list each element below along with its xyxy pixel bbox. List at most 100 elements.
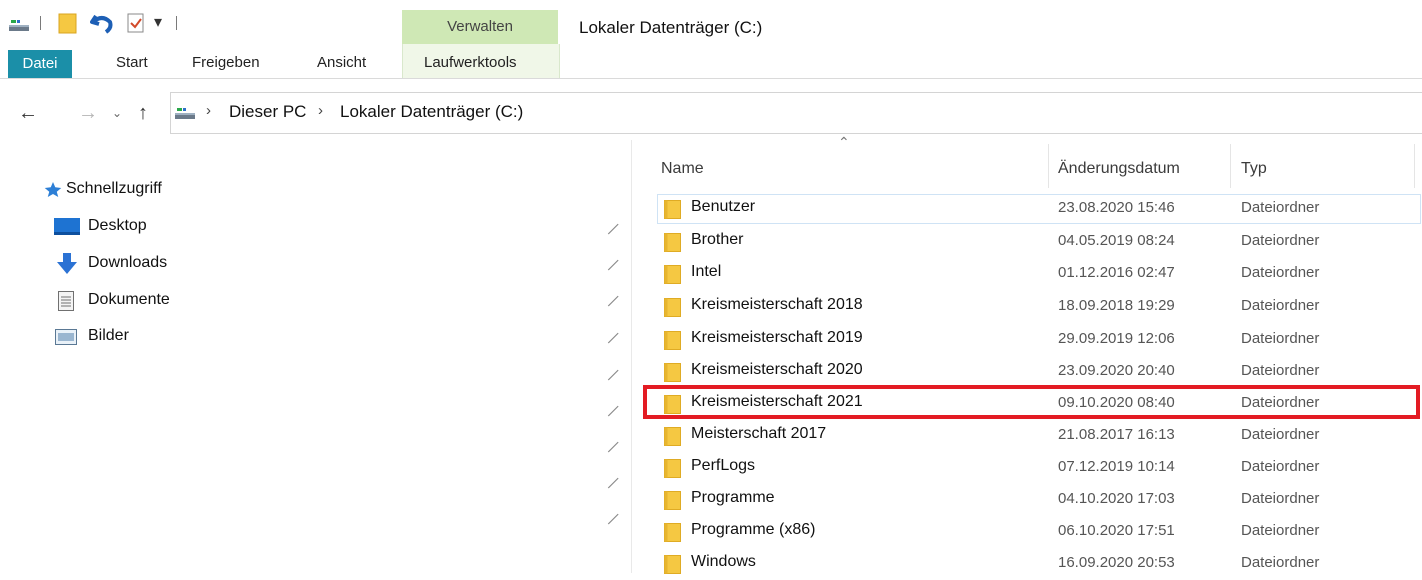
pane-divider[interactable] <box>631 140 632 573</box>
file-date: 23.08.2020 15:46 <box>1058 199 1175 216</box>
pin-icon[interactable]: ❘ <box>604 400 624 420</box>
properties-check-icon[interactable] <box>126 12 146 34</box>
file-row[interactable]: Programme 04.10.2020 17:03 Dateiordner <box>656 484 1422 516</box>
tab-datei[interactable]: Datei <box>8 50 72 78</box>
folder-icon <box>664 459 681 478</box>
file-row[interactable]: Brother 04.05.2019 08:24 Dateiordner <box>656 226 1422 258</box>
document-icon <box>58 291 74 311</box>
forward-arrow-icon[interactable]: → <box>78 102 98 126</box>
file-date: 21.08.2017 16:13 <box>1058 426 1175 443</box>
window-title: Lokaler Datenträger (C:) <box>579 18 763 37</box>
breadcrumb-local-disk[interactable]: Lokaler Datenträger (C:) <box>340 102 523 122</box>
column-header-type[interactable]: Typ <box>1241 160 1267 178</box>
folder-icon <box>664 265 681 284</box>
ribbon-divider <box>0 78 1422 79</box>
file-name: Kreismeisterschaft 2020 <box>691 361 863 378</box>
file-type: Dateiordner <box>1241 490 1320 507</box>
file-date: 18.09.2018 19:29 <box>1058 297 1175 314</box>
nav-label: Dokumente <box>88 291 170 308</box>
up-arrow-icon[interactable]: ↑ <box>138 102 148 126</box>
column-header-name[interactable]: Name <box>661 160 704 178</box>
file-name: Benutzer <box>691 198 756 215</box>
file-type: Dateiordner <box>1241 330 1320 347</box>
file-type: Dateiordner <box>1241 232 1320 249</box>
file-type: Dateiordner <box>1241 554 1320 571</box>
nav-label: Desktop <box>88 217 147 234</box>
file-row[interactable]: Kreismeisterschaft 2019 29.09.2019 12:06 D… <box>656 324 1422 356</box>
folder-icon <box>664 491 681 510</box>
customize-dropdown-icon[interactable]: ▾ <box>154 12 162 32</box>
file-type: Dateiordner <box>1241 362 1320 379</box>
tab-ansicht[interactable]: Ansicht <box>317 48 366 78</box>
file-name: Meisterschaft 2017 <box>691 425 827 442</box>
pin-icon[interactable]: ❘ <box>604 254 624 274</box>
nav-label: Schnellzugriff <box>66 180 162 197</box>
file-row[interactable]: Meisterschaft 2017 21.08.2017 16:13 Dateio… <box>656 420 1422 452</box>
file-row[interactable]: PerfLogs 07.12.2019 10:14 Dateiordner <box>656 452 1422 484</box>
file-name: Programme <box>691 489 775 506</box>
file-row[interactable]: Kreismeisterschaft 2018 18.09.2018 19:29 D… <box>656 291 1422 323</box>
pin-icon[interactable]: ❘ <box>604 218 624 238</box>
pin-icon[interactable]: ❘ <box>604 327 624 347</box>
column-header-date[interactable]: Änderungsdatum <box>1058 160 1180 178</box>
folder-icon <box>664 331 681 350</box>
file-date: 04.10.2020 17:03 <box>1058 490 1175 507</box>
folder-icon <box>664 200 681 219</box>
nav-label: Bilder <box>88 327 129 344</box>
breadcrumb-separator-icon[interactable]: › <box>318 102 323 119</box>
recent-locations-chevron-icon[interactable]: ⌄ <box>112 106 122 130</box>
file-date: 04.05.2019 08:24 <box>1058 232 1175 249</box>
folder-icon <box>664 298 681 317</box>
file-name: Programme (x86) <box>691 521 816 538</box>
file-name: Windows <box>691 553 756 570</box>
file-type: Dateiordner <box>1241 426 1320 443</box>
drive-icon <box>175 108 195 119</box>
file-row[interactable]: Windows 16.09.2020 20:53 Dateiordner <box>656 548 1422 580</box>
folder-icon <box>664 363 681 382</box>
file-date: 06.10.2020 17:51 <box>1058 522 1175 539</box>
file-row[interactable]: Kreismeisterschaft 2020 23.09.2020 20:40 D… <box>656 356 1422 388</box>
file-row[interactable]: Benutzer 23.08.2020 15:46 Dateiordner <box>656 193 1422 225</box>
tab-laufwerktools[interactable]: Laufwerktools <box>424 48 517 78</box>
file-type: Dateiordner <box>1241 522 1320 539</box>
drive-icon[interactable] <box>8 16 30 32</box>
breadcrumb-dieser-pc[interactable]: Dieser PC <box>229 102 306 122</box>
file-date: 01.12.2016 02:47 <box>1058 264 1175 281</box>
file-date: 16.09.2020 20:53 <box>1058 554 1175 571</box>
highlight-box <box>643 385 1420 419</box>
file-type: Dateiordner <box>1241 297 1320 314</box>
file-name: Kreismeisterschaft 2018 <box>691 296 863 313</box>
nav-label: Downloads <box>88 254 168 271</box>
tab-start[interactable]: Start <box>116 48 148 78</box>
pin-icon[interactable]: ❘ <box>604 472 624 492</box>
file-type: Dateiordner <box>1241 264 1320 281</box>
pin-icon[interactable]: ❘ <box>604 508 624 528</box>
file-row[interactable]: Programme (x86) 06.10.2020 17:51 Dateiordn… <box>656 516 1422 548</box>
column-separator[interactable] <box>1048 144 1049 188</box>
sort-ascending-icon: ⌃ <box>838 134 850 150</box>
file-name: PerfLogs <box>691 457 756 474</box>
breadcrumb-separator-icon[interactable]: › <box>206 102 211 119</box>
pin-icon[interactable]: ❘ <box>604 436 624 456</box>
file-row[interactable]: Intel 01.12.2016 02:47 Dateiordner <box>656 258 1422 290</box>
file-date: 23.09.2020 20:40 <box>1058 362 1175 379</box>
folder-icon <box>664 523 681 542</box>
folder-icon <box>664 233 681 252</box>
pin-icon[interactable]: ❘ <box>604 290 624 310</box>
file-type: Dateiordner <box>1241 458 1320 475</box>
star-icon <box>44 182 62 197</box>
download-arrow-icon <box>57 253 77 274</box>
file-name: Intel <box>691 263 722 280</box>
new-folder-icon[interactable] <box>58 12 78 34</box>
file-type: Dateiordner <box>1241 199 1320 216</box>
column-separator[interactable] <box>1414 144 1415 188</box>
file-name: Kreismeisterschaft 2019 <box>691 329 863 346</box>
column-separator[interactable] <box>1230 144 1231 188</box>
tab-freigeben[interactable]: Freigeben <box>192 48 260 78</box>
file-date: 29.09.2019 12:06 <box>1058 330 1175 347</box>
undo-icon[interactable] <box>90 12 114 34</box>
back-arrow-icon[interactable]: ← <box>18 102 38 126</box>
desktop-icon <box>54 218 80 235</box>
pin-icon[interactable]: ❘ <box>604 364 624 384</box>
file-name: Brother <box>691 231 744 248</box>
